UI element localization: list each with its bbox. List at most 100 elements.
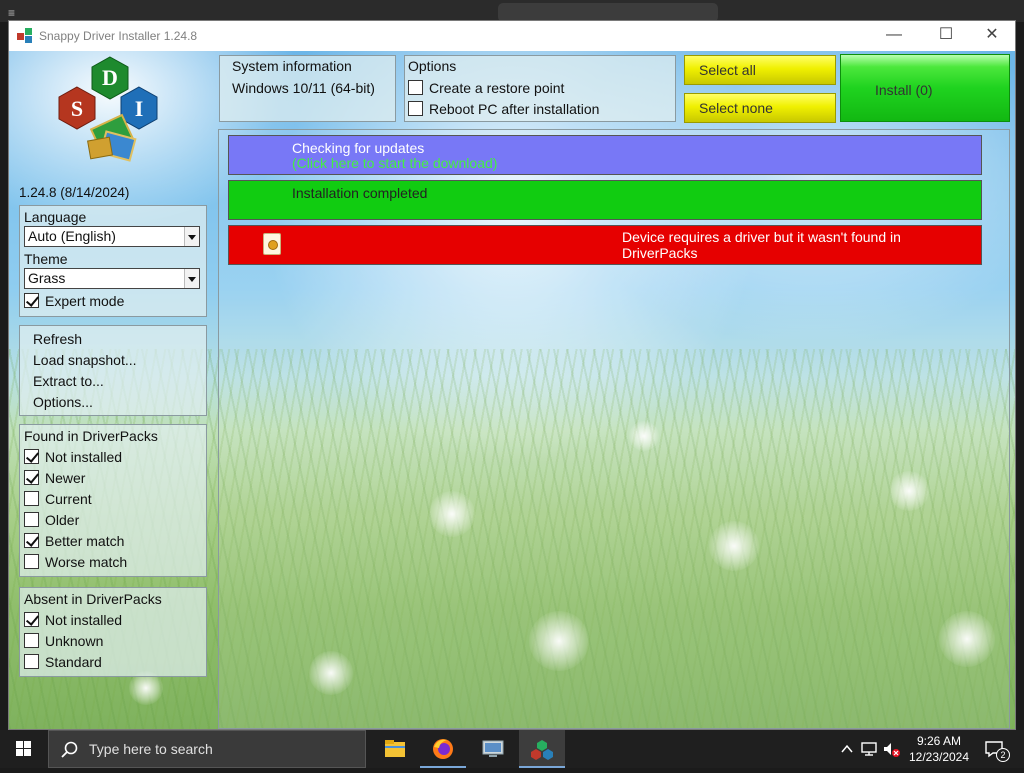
theme-value: Grass	[28, 270, 66, 286]
system-info-panel: System information Windows 10/11 (64-bit…	[219, 55, 396, 122]
filter-absent-standard[interactable]: Standard	[24, 652, 102, 672]
extract-to-button[interactable]: Extract to...	[33, 371, 104, 391]
checkbox-checked-icon	[24, 533, 39, 548]
version-label: 1.24.8 (8/14/2024)	[19, 185, 130, 200]
taskbar: Type here to search 9:26 AM 12/23/2024 2	[0, 730, 1024, 768]
start-download-link[interactable]: (Click here to start the download)	[292, 155, 497, 171]
folder-icon	[385, 740, 405, 757]
filter-found-worse-match[interactable]: Worse match	[24, 552, 127, 572]
taskbar-file-explorer[interactable]	[372, 730, 418, 768]
computer-icon	[482, 740, 504, 757]
language-select[interactable]: Auto (English)	[24, 226, 200, 247]
firefox-icon	[433, 739, 453, 759]
clock-time: 9:26 AM	[916, 734, 962, 748]
filter-label: Not installed	[45, 612, 123, 628]
taskbar-clock[interactable]: 9:26 AM 12/23/2024	[904, 733, 974, 765]
absent-filters-panel: Absent in DriverPacks Not installed Unkn…	[19, 587, 207, 677]
device-status-message: Device requires a driver but it wasn't f…	[622, 229, 901, 261]
filter-label: Better match	[45, 533, 125, 549]
checkbox-unchecked-icon	[408, 80, 423, 95]
window-title: Snappy Driver Installer 1.24.8	[39, 29, 198, 43]
system-tray	[836, 730, 902, 768]
absent-filters-heading: Absent in DriverPacks	[24, 591, 162, 607]
checkbox-unchecked-icon	[24, 633, 39, 648]
taskbar-firefox[interactable]	[420, 730, 466, 768]
reboot-checkbox[interactable]: Reboot PC after installation	[408, 99, 599, 119]
filter-found-older[interactable]: Older	[24, 510, 79, 530]
filter-absent-not-installed[interactable]: Not installed	[24, 610, 122, 630]
checkbox-unchecked-icon	[24, 554, 39, 569]
client-area: D S I 1.24.8 (8/14/2024) Language Auto (…	[9, 51, 1015, 729]
found-filters-heading: Found in DriverPacks	[24, 428, 158, 444]
language-value: Auto (English)	[28, 228, 116, 244]
update-check-bar[interactable]: Checking for updates (Click here to star…	[228, 135, 982, 175]
close-button[interactable]: ✕	[969, 21, 1015, 51]
checkbox-unchecked-icon	[24, 491, 39, 506]
device-icon	[263, 233, 281, 255]
filter-label: Older	[45, 512, 80, 528]
background-browser-strip: ≡	[0, 0, 1024, 22]
found-filters-panel: Found in DriverPacks Not installed Newer…	[19, 424, 207, 577]
app-icon	[17, 28, 32, 43]
refresh-button[interactable]: Refresh	[33, 329, 82, 349]
checkbox-unchecked-icon	[24, 512, 39, 527]
missing-driver-row[interactable]: Device requires a driver but it wasn't f…	[228, 225, 982, 265]
expert-mode-label: Expert mode	[45, 293, 125, 309]
restore-point-label: Create a restore point	[429, 80, 565, 96]
taskbar-network-app[interactable]	[470, 730, 516, 768]
checkbox-unchecked-icon	[408, 101, 423, 116]
filter-label: Not installed	[45, 449, 123, 465]
select-all-button[interactable]: Select all	[684, 55, 836, 85]
reboot-label: Reboot PC after installation	[429, 101, 600, 117]
search-icon	[61, 741, 78, 758]
minimize-button[interactable]: —	[871, 21, 917, 51]
restore-point-checkbox[interactable]: Create a restore point	[408, 78, 564, 98]
notification-center[interactable]: 2	[978, 730, 1018, 768]
title-bar: Snappy Driver Installer 1.24.8 — ☐ ✕	[9, 21, 1015, 51]
options-panel: Options Create a restore point Reboot PC…	[404, 55, 676, 122]
theme-select[interactable]: Grass	[24, 268, 200, 289]
filter-found-current[interactable]: Current	[24, 489, 92, 509]
filter-found-not-installed[interactable]: Not installed	[24, 447, 122, 467]
notification-count: 2	[996, 748, 1010, 762]
windows-start-icon[interactable]	[0, 730, 48, 768]
theme-label: Theme	[24, 251, 68, 267]
filter-found-better-match[interactable]: Better match	[24, 531, 124, 551]
load-snapshot-button[interactable]: Load snapshot...	[33, 350, 137, 370]
volume-muted-icon[interactable]	[882, 740, 900, 758]
select-none-button[interactable]: Select none	[684, 93, 836, 123]
checkbox-checked-icon	[24, 612, 39, 627]
taskbar-snappy-driver-installer[interactable]	[519, 730, 565, 768]
expert-mode-checkbox[interactable]: Expert mode	[24, 291, 124, 311]
sdi-app-icon	[531, 740, 553, 760]
filter-label: Current	[45, 491, 92, 507]
settings-panel: Language Auto (English) Theme Grass Expe…	[19, 205, 207, 317]
search-placeholder: Type here to search	[89, 741, 213, 757]
filter-absent-unknown[interactable]: Unknown	[24, 631, 103, 651]
taskbar-search[interactable]: Type here to search	[48, 730, 366, 768]
maximize-button[interactable]: ☐	[923, 21, 969, 51]
driver-list: Checking for updates (Click here to star…	[218, 129, 1010, 729]
chevron-down-icon	[184, 269, 199, 288]
checkbox-checked-icon	[24, 449, 39, 464]
app-window: Snappy Driver Installer 1.24.8 — ☐ ✕ D S…	[8, 20, 1016, 730]
options-button[interactable]: Options...	[33, 392, 93, 412]
system-info-heading: System information	[232, 58, 352, 74]
sdi-logo: D S I	[58, 56, 158, 162]
install-button[interactable]: Install (0)	[840, 54, 1010, 122]
language-label: Language	[24, 209, 87, 225]
filter-label: Worse match	[45, 554, 128, 570]
options-heading: Options	[408, 58, 457, 74]
filter-found-newer[interactable]: Newer	[24, 468, 85, 488]
network-icon[interactable]	[860, 740, 878, 758]
filter-label: Standard	[45, 654, 102, 670]
filter-label: Unknown	[45, 633, 104, 649]
svg-text:I: I	[135, 96, 144, 121]
checkbox-checked-icon	[24, 470, 39, 485]
filter-label: Newer	[45, 470, 86, 486]
system-os-value: Windows 10/11 (64-bit)	[232, 80, 375, 96]
checkbox-unchecked-icon	[24, 654, 39, 669]
clock-date: 12/23/2024	[908, 750, 970, 764]
svg-text:D: D	[102, 65, 118, 90]
chevron-up-icon[interactable]	[840, 742, 854, 756]
